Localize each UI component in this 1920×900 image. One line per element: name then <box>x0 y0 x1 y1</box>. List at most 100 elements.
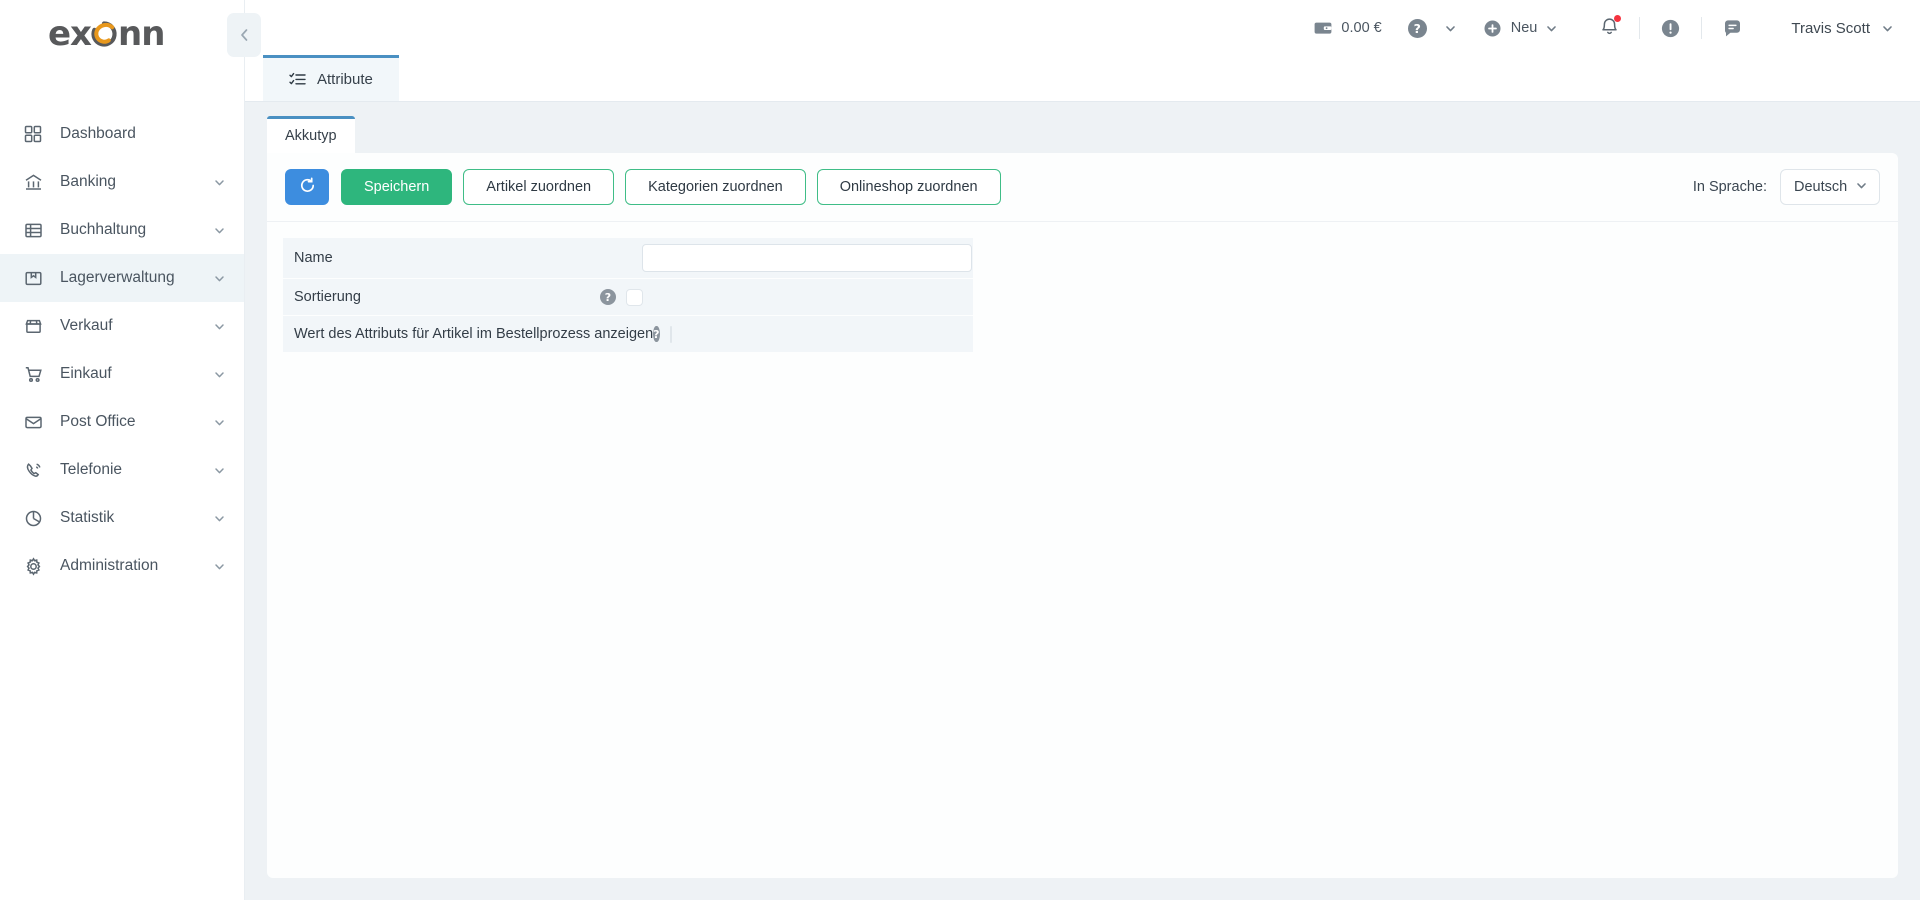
question-circle-icon: ? <box>1407 18 1427 38</box>
chevron-down-icon <box>213 512 226 525</box>
assign-articles-button[interactable]: Artikel zuordnen <box>463 169 615 205</box>
assign-onlineshop-button[interactable]: Onlineshop zuordnen <box>816 169 1001 205</box>
divider <box>1701 17 1703 39</box>
chevron-down-icon <box>213 224 226 237</box>
action-toolbar: Speichern Artikel zuordnen Kategorien zu… <box>267 153 1898 222</box>
name-input[interactable] <box>642 244 972 272</box>
brand-logo-text-right: nn <box>118 14 165 54</box>
sidebar-nav: Dashboard Banking Buchhaltung Lagerverwa… <box>0 110 244 590</box>
help-icon[interactable]: ? <box>653 326 660 342</box>
sidebar-item-label: Dashboard <box>60 125 136 142</box>
chevron-down-icon <box>1444 22 1457 35</box>
brand-swirl-icon <box>87 17 121 51</box>
chevron-down-icon <box>1545 22 1558 35</box>
chevron-down-icon <box>213 320 226 333</box>
sidebar-item-statistik[interactable]: Statistik <box>0 494 244 542</box>
page-body: Akkutyp Speichern Artikel zuordnen Kateg… <box>245 102 1920 900</box>
ledger-icon <box>22 219 44 241</box>
sidebar-item-label: Telefonie <box>60 461 123 478</box>
storefront-icon <box>22 315 44 337</box>
sidebar-item-administration[interactable]: Administration <box>0 542 244 590</box>
new-menu-label: Neu <box>1510 20 1538 36</box>
chevron-down-icon <box>1881 22 1894 35</box>
show-attribute-value-checkbox[interactable] <box>669 325 672 343</box>
form-row-name: Name <box>283 238 973 278</box>
chevron-down-icon <box>213 176 226 189</box>
envelope-icon <box>22 411 44 433</box>
chevron-down-icon <box>1855 179 1868 196</box>
sub-tab-label: Akkutyp <box>285 128 337 144</box>
chevron-down-icon <box>213 464 226 477</box>
chevron-down-icon <box>213 272 226 285</box>
wallet-icon <box>1314 20 1332 36</box>
sidebar-item-dashboard[interactable]: Dashboard <box>0 110 244 158</box>
brand-logo: ex nn <box>48 14 165 54</box>
tab-attribute[interactable]: Attribute <box>263 55 399 101</box>
refresh-button[interactable] <box>285 169 329 205</box>
main-area: 0.00 € ? Neu Travis Scott Attribute Akku… <box>245 0 1920 900</box>
phone-icon <box>22 459 44 481</box>
name-input-wrap <box>642 244 972 272</box>
plus-circle-icon <box>1483 19 1502 38</box>
sortierung-checkbox[interactable] <box>626 288 643 306</box>
sidebar-item-telefonie[interactable]: Telefonie <box>0 446 244 494</box>
form-label-name: Name <box>294 250 333 266</box>
brand-logo-text-left: ex <box>48 14 92 54</box>
chevron-down-icon <box>213 368 226 381</box>
notification-badge-dot <box>1614 14 1622 22</box>
shopping-cart-icon <box>22 363 44 385</box>
tab-strip: Attribute <box>245 55 1920 102</box>
form-row-show-attribute-value: Wert des Attributs für Artikel im Bestel… <box>283 316 973 352</box>
language-selector-group: In Sprache: Deutsch <box>1693 169 1880 205</box>
sidebar-item-verkauf[interactable]: Verkauf <box>0 302 244 350</box>
gear-icon <box>22 555 44 577</box>
language-select[interactable]: Deutsch <box>1780 169 1880 205</box>
sidebar-item-label: Statistik <box>60 509 115 526</box>
sidebar-item-label: Buchhaltung <box>60 221 147 238</box>
attribute-form: Name Sortierung ? Wert des Attributs für… <box>267 222 1898 353</box>
sidebar-item-einkauf[interactable]: Einkauf <box>0 350 244 398</box>
sidebar-item-label: Post Office <box>60 413 136 430</box>
new-menu[interactable]: Neu <box>1483 19 1559 38</box>
sidebar-item-label: Banking <box>60 173 117 190</box>
user-name-label: Travis Scott <box>1791 19 1870 37</box>
bank-icon <box>22 171 44 193</box>
chevron-down-icon <box>213 416 226 429</box>
alerts-button[interactable] <box>1660 18 1681 39</box>
sub-tab-akkutyp[interactable]: Akkutyp <box>267 116 355 153</box>
assign-categories-button[interactable]: Kategorien zuordnen <box>625 169 806 205</box>
form-label-sortierung: Sortierung <box>294 289 361 305</box>
help-menu[interactable]: ? <box>1407 18 1457 38</box>
sidebar-item-label: Administration <box>60 557 159 574</box>
checklist-icon <box>289 71 306 88</box>
sidebar-collapse-button[interactable] <box>227 13 261 57</box>
logo[interactable]: ex nn <box>0 0 244 68</box>
topbar: 0.00 € ? Neu Travis Scott <box>245 0 1920 56</box>
wallet-balance-value: 0.00 € <box>1341 20 1382 36</box>
chevron-down-icon <box>213 560 226 573</box>
language-label: In Sprache: <box>1692 179 1767 195</box>
divider <box>1639 17 1641 39</box>
sidebar-item-label: Verkauf <box>60 317 113 334</box>
sidebar-item-lagerverwaltung[interactable]: Lagerverwaltung <box>0 254 244 302</box>
wallet-balance[interactable]: 0.00 € <box>1314 20 1382 36</box>
content-panel: Speichern Artikel zuordnen Kategorien zu… <box>267 153 1898 878</box>
sidebar-item-banking[interactable]: Banking <box>0 158 244 206</box>
tab-attribute-label: Attribute <box>317 71 373 88</box>
sidebar-item-label: Einkauf <box>60 365 112 382</box>
refresh-icon <box>299 177 316 198</box>
help-icon[interactable]: ? <box>600 289 616 305</box>
grid-icon <box>22 123 44 145</box>
messages-button[interactable] <box>1722 18 1743 39</box>
sidebar: ex nn Dashboard Banking Buchhaltung Lage… <box>0 0 261 900</box>
sidebar-item-post-office[interactable]: Post Office <box>0 398 244 446</box>
sub-tab-strip: Akkutyp <box>267 116 1898 153</box>
save-button[interactable]: Speichern <box>341 169 453 205</box>
sidebar-item-label: Lagerverwaltung <box>60 269 175 286</box>
sidebar-item-buchhaltung[interactable]: Buchhaltung <box>0 206 244 254</box>
pie-chart-icon <box>22 507 44 529</box>
user-menu[interactable]: Travis Scott <box>1791 20 1894 37</box>
box-icon <box>22 267 44 289</box>
form-row-sortierung: Sortierung ? <box>283 279 973 315</box>
notifications-button[interactable] <box>1600 14 1622 41</box>
